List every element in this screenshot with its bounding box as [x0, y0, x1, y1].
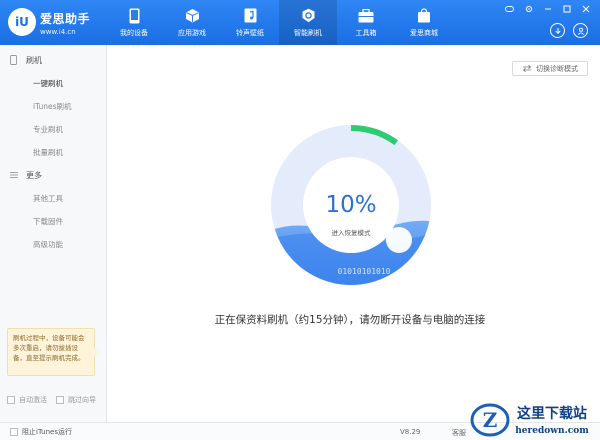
user-icon: [577, 27, 584, 35]
switch-diagnostic-mode-button[interactable]: 切换诊断模式: [512, 61, 588, 76]
progress-percent: 10%: [325, 192, 376, 218]
notice-arrow: [94, 347, 99, 357]
checkbox-box: [10, 428, 18, 436]
checkbox-label: 阻止iTunes运行: [22, 428, 72, 436]
version-label: V8.29: [400, 428, 421, 436]
progress-subtitle: 进入恢复模式: [332, 228, 372, 237]
checkbox-box: [56, 396, 64, 404]
nav-label: 我的设备: [120, 28, 148, 37]
flash-status-text: 正在保资料刷机（约15分钟），请勿断开设备与电脑的连接: [214, 314, 486, 326]
window-controls: [505, 5, 590, 15]
binary-decoration: 01010101010: [338, 267, 391, 276]
nav-label: 爱思商城: [410, 28, 438, 37]
sidebar-item-itunes-flash[interactable]: iTunes刷机: [0, 95, 106, 118]
shopping-bag-icon: [416, 8, 432, 24]
logo-text: iU: [15, 15, 29, 29]
checkbox-label: 跳过向导: [68, 396, 96, 404]
nav-store[interactable]: 爱思商城: [395, 0, 453, 45]
sidebar-group-label: 刷机: [26, 56, 42, 65]
checkbox-label: 自动激活: [19, 396, 47, 404]
sidebar-item-one-click-flash[interactable]: 一键刷机: [0, 72, 106, 95]
sidebar-group-flash[interactable]: 刷机: [0, 49, 106, 72]
sidebar: 刷机 一键刷机 iTunes刷机 专业刷机 批量刷机 更多 其他工具 下载固件 …: [0, 45, 107, 440]
settings-icon[interactable]: [525, 5, 533, 15]
nav-apps-games[interactable]: 应用游戏: [163, 0, 221, 45]
water-bubble: [386, 227, 412, 253]
checkbox-box: [7, 396, 15, 404]
maximize-icon[interactable]: [563, 5, 571, 15]
gamepad-icon[interactable]: [505, 5, 514, 15]
minimize-icon[interactable]: [544, 5, 552, 15]
nav-toolbox[interactable]: 工具箱: [337, 0, 395, 45]
swap-arrows-icon: [522, 65, 532, 72]
sidebar-group-more[interactable]: 更多: [0, 164, 106, 187]
sidebar-group-label: 更多: [26, 171, 42, 180]
nav-label: 智能刷机: [294, 28, 322, 37]
sidebar-item-download-firmware[interactable]: 下载固件: [0, 210, 106, 233]
phone-icon: [126, 8, 142, 24]
auto-activate-checkbox[interactable]: 自动激活: [7, 395, 47, 405]
sidebar-item-other-tools[interactable]: 其他工具: [0, 187, 106, 210]
menu-lines-icon: [10, 171, 19, 181]
download-arrow-icon: [554, 27, 561, 34]
notice-text: 刷机过程中，设备可能会多次重启，请勿拔插设备，直至提示刷机完成。: [13, 334, 85, 362]
flash-gear-icon: [300, 8, 316, 24]
watermark-title: 这里下载站: [517, 405, 587, 422]
nav-label: 工具箱: [355, 28, 377, 37]
user-account-button[interactable]: [573, 23, 588, 38]
toolbox-icon: [358, 8, 374, 24]
nav-label: 应用游戏: [178, 28, 206, 37]
brand-name: 爱思助手: [40, 12, 91, 26]
music-file-icon: [242, 8, 258, 24]
top-bar: iU 爱思助手 www.i4.cn 我的设备 应用游戏 铃声壁纸 智能刷机 工具…: [0, 0, 600, 45]
close-icon[interactable]: [582, 5, 590, 15]
site-watermark: Z 这里下载站 heredown.com: [468, 396, 600, 440]
brand-url: www.i4.cn: [40, 28, 76, 36]
watermark-logo-letter: Z: [483, 408, 498, 432]
nav-my-device[interactable]: 我的设备: [105, 0, 163, 45]
brand: 爱思助手 www.i4.cn: [40, 10, 90, 36]
sidebar-item-batch-flash[interactable]: 批量刷机: [0, 141, 106, 164]
block-itunes-checkbox[interactable]: 阻止iTunes运行: [10, 427, 72, 437]
flash-progress-ring: 10% 进入恢复模式 01010101010: [266, 120, 436, 290]
cube-icon: [184, 8, 200, 24]
nav-label: 铃声壁纸: [236, 28, 264, 37]
main-nav: 我的设备 应用游戏 铃声壁纸 智能刷机 工具箱 爱思商城: [105, 0, 453, 45]
skip-guide-checkbox[interactable]: 跳过向导: [56, 395, 96, 405]
nav-smart-flash[interactable]: 智能刷机: [279, 0, 337, 45]
switch-mode-label: 切换诊断模式: [536, 64, 578, 73]
sidebar-item-advanced[interactable]: 高级功能: [0, 233, 106, 256]
sidebar-item-pro-flash[interactable]: 专业刷机: [0, 118, 106, 141]
download-button[interactable]: [550, 23, 565, 38]
phone-outline-icon: [10, 54, 19, 67]
customer-service-link[interactable]: 客服: [452, 428, 466, 438]
app-logo: iU: [8, 8, 36, 36]
flash-notice: 刷机过程中，设备可能会多次重启，请勿拔插设备，直至提示刷机完成。: [7, 328, 99, 376]
nav-ringtones-wallpaper[interactable]: 铃声壁纸: [221, 0, 279, 45]
watermark-url: heredown.com: [515, 426, 589, 436]
